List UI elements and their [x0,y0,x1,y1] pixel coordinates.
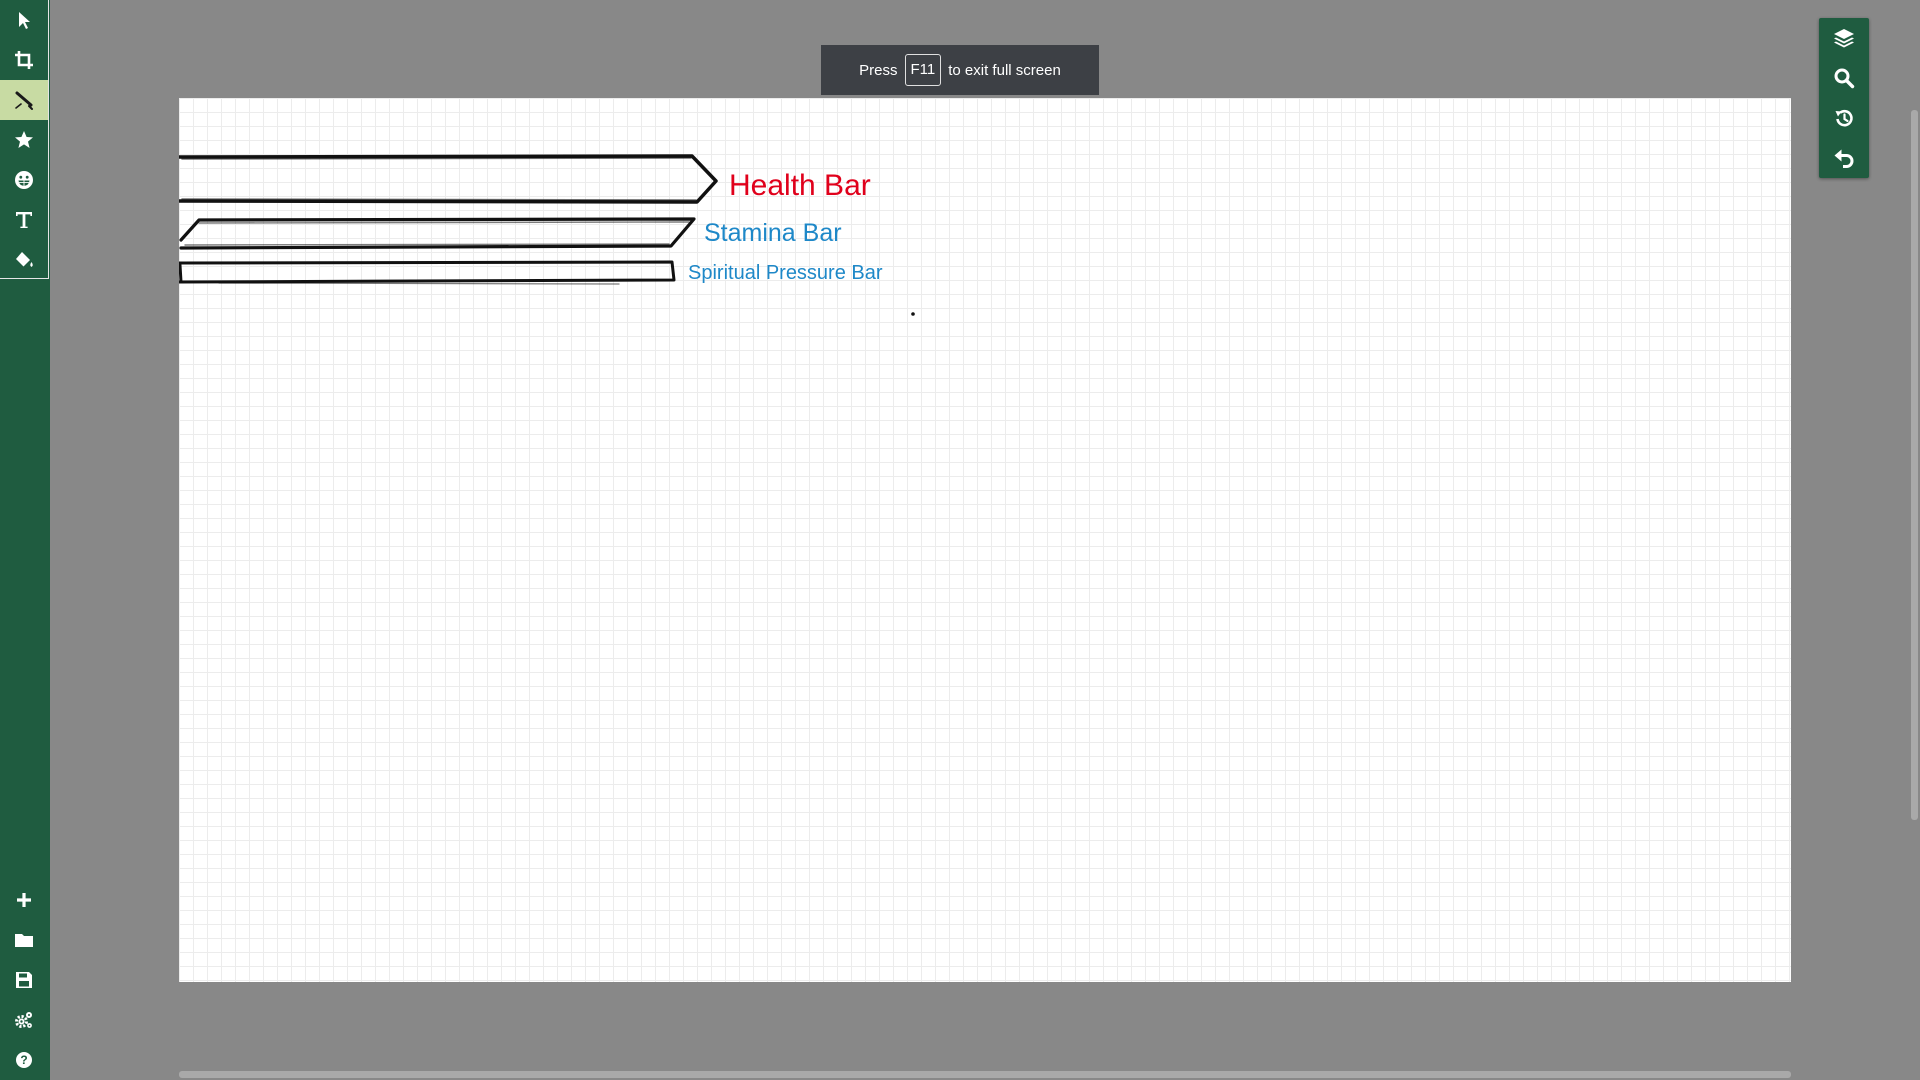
emoji-tool-button[interactable] [0,160,48,200]
gears-icon [15,1012,32,1028]
paint-bucket-icon [16,252,33,267]
svg-text:?: ? [20,1053,27,1067]
pen-tool-button[interactable] [0,80,48,120]
history-button[interactable] [1819,98,1869,138]
cursor-arrow-icon [19,12,30,29]
magnifier-icon [1834,68,1855,89]
zoom-button[interactable] [1819,58,1869,98]
stamina-bar-sketch [179,217,696,250]
horizontal-scrollbar[interactable] [179,1071,1791,1078]
help-button[interactable]: ? [0,1040,48,1080]
spiritual-pressure-bar-label: Spiritual Pressure Bar [688,262,883,284]
pen-icon [15,91,33,110]
f11-key-badge: F11 [904,54,942,86]
undo-button[interactable] [1819,138,1869,178]
crop-tool-button[interactable] [0,40,48,80]
stray-dot-mark [911,312,915,316]
select-tool-button[interactable] [0,0,48,40]
new-button[interactable] [0,880,48,920]
text-tool-button[interactable] [0,200,48,240]
left-toolbar: ? [0,0,50,1080]
right-toolbar [1819,18,1869,178]
open-button[interactable] [0,920,48,960]
fullscreen-notice-prefix: Press [859,61,898,79]
crop-icon [15,51,33,69]
fullscreen-notice: Press F11 to exit full screen [821,45,1099,95]
layers-icon [1834,29,1854,48]
drawing-layer: Health Bar Stamina Bar Spiritual Pressur… [179,154,915,316]
grin-icon [15,171,33,189]
vertical-scrollbar[interactable] [1911,110,1918,820]
undo-icon [1834,149,1854,168]
settings-button[interactable] [0,1000,48,1040]
stamina-bar-label: Stamina Bar [704,219,842,247]
save-button[interactable] [0,960,48,1000]
fill-tool-button[interactable] [0,240,48,280]
drawing-canvas[interactable]: Health Bar Stamina Bar Spiritual Pressur… [179,98,1791,982]
text-icon [16,212,32,228]
shapes-tool-button[interactable] [0,120,48,160]
star-icon [15,131,33,148]
health-bar-sketch [179,154,718,204]
drawing-tools-group [0,0,49,279]
question-circle-icon: ? [16,1052,32,1068]
health-bar-label: Health Bar [729,169,871,202]
floppy-disk-icon [16,972,32,988]
folder-icon [15,934,33,947]
fullscreen-notice-suffix: to exit full screen [948,61,1061,79]
layers-button[interactable] [1819,18,1869,58]
plus-icon [17,893,31,907]
history-icon [1835,109,1853,127]
spiritual-pressure-bar-sketch [179,260,676,285]
